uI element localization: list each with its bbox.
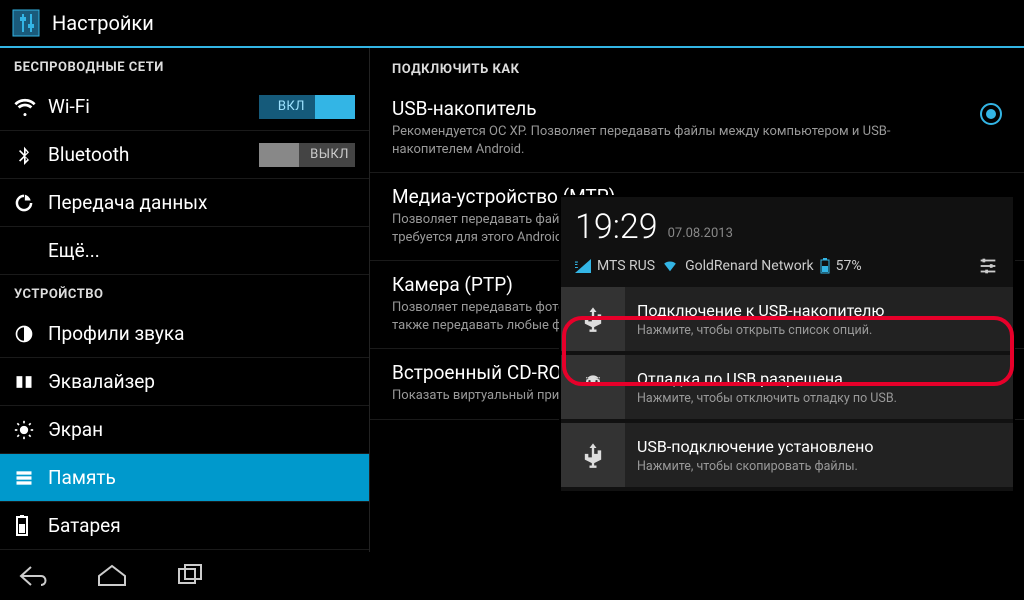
shade-status-row: E MTS RUS GoldRenard Network 57% xyxy=(561,255,1013,287)
nav-item-equalizer[interactable]: Эквалайзер xyxy=(0,358,369,406)
nav-category-device: УСТРОЙСТВО xyxy=(0,275,369,310)
bluetooth-toggle[interactable]: ВЫКЛ xyxy=(259,143,355,167)
action-bar-title: Настройки xyxy=(52,11,154,35)
svg-text:E: E xyxy=(575,261,578,271)
nav-item-data-usage[interactable]: Передача данных xyxy=(0,179,369,227)
audio-icon xyxy=(14,324,48,344)
carrier-label: MTS RUS xyxy=(597,258,655,274)
nav-label: Память xyxy=(48,466,116,489)
nav-label: Эквалайзер xyxy=(48,370,155,393)
notification-usb-storage[interactable]: Подключение к USB-накопителю Нажмите, чт… xyxy=(561,287,1013,351)
radio-button[interactable] xyxy=(980,103,1002,125)
nav-item-display[interactable]: Экран xyxy=(0,406,369,454)
wifi-icon xyxy=(661,259,679,273)
nav-item-wifi[interactable]: Wi‑Fi ВКЛ xyxy=(0,83,369,131)
battery-icon xyxy=(14,515,48,537)
notification-usb-debugging[interactable]: Отладка по USB разрешена Нажмите, чтобы … xyxy=(561,355,1013,419)
notification-desc: Нажмите, чтобы открыть список опций. xyxy=(637,323,884,338)
nav-item-bluetooth[interactable]: Bluetooth ВЫКЛ xyxy=(0,131,369,179)
wifi-network-label: GoldRenard Network xyxy=(685,258,814,274)
nav-item-storage[interactable]: Память xyxy=(0,454,369,502)
notification-desc: Нажмите, чтобы отключить отладку по USB. xyxy=(637,391,897,406)
option-title: USB-накопитель xyxy=(392,97,972,120)
nav-item-more[interactable]: Ещё... xyxy=(0,227,369,275)
shade-clock-row: 19:29 07.08.2013 xyxy=(561,197,1013,255)
battery-pct: 57% xyxy=(836,258,862,274)
recents-button[interactable] xyxy=(166,558,214,594)
nav-category-wireless: БЕСПРОВОДНЫЕ СЕТИ xyxy=(0,48,369,83)
display-icon xyxy=(14,420,48,440)
home-button[interactable] xyxy=(88,558,136,594)
settings-nav: БЕСПРОВОДНЫЕ СЕТИ Wi‑Fi ВКЛ Bluetooth ВЫ… xyxy=(0,48,370,552)
notification-title: Подключение к USB-накопителю xyxy=(637,301,884,320)
notification-title: Отладка по USB разрешена xyxy=(637,369,897,388)
usb-icon xyxy=(561,423,625,487)
usb-icon xyxy=(561,287,625,351)
back-button[interactable] xyxy=(10,558,58,594)
nav-item-battery[interactable]: Батарея xyxy=(0,502,369,550)
notification-usb-connected[interactable]: USB-подключение установлено Нажмите, что… xyxy=(561,423,1013,487)
shade-date: 07.08.2013 xyxy=(668,226,733,241)
nav-label: Передача данных xyxy=(48,191,207,214)
shade-time: 19:29 xyxy=(575,207,658,247)
option-usb-storage[interactable]: USB-накопитель Рекомендуется ОС XP. Позв… xyxy=(370,85,1024,173)
android-icon xyxy=(561,355,625,419)
nav-label: Профили звука xyxy=(48,322,184,345)
wifi-icon xyxy=(14,96,48,118)
nav-label: Экран xyxy=(48,418,103,441)
bluetooth-icon xyxy=(14,145,48,165)
quick-settings-icon[interactable] xyxy=(977,255,999,277)
notification-shade[interactable]: 19:29 07.08.2013 E MTS RUS GoldRenard Ne… xyxy=(560,196,1014,492)
system-nav-bar xyxy=(0,552,1024,600)
settings-app-icon xyxy=(10,7,42,39)
detail-header: ПОДКЛЮЧИТЬ КАК xyxy=(370,48,1024,85)
nav-item-audio-profiles[interactable]: Профили звука xyxy=(0,310,369,358)
equalizer-icon xyxy=(14,372,48,392)
nav-label: Wi‑Fi xyxy=(48,95,90,118)
storage-icon xyxy=(14,468,48,488)
wifi-toggle[interactable]: ВКЛ xyxy=(259,95,355,119)
nav-label: Ещё... xyxy=(48,239,100,262)
data-usage-icon xyxy=(14,193,48,213)
notification-desc: Нажмите, чтобы скопировать файлы. xyxy=(637,459,873,474)
battery-icon xyxy=(820,258,830,274)
nav-label: Батарея xyxy=(48,514,121,537)
action-bar: Настройки xyxy=(0,0,1024,48)
signal-icon: E xyxy=(575,259,591,273)
option-desc: Рекомендуется ОС XP. Позволяет передават… xyxy=(392,123,952,158)
nav-label: Bluetooth xyxy=(48,143,129,166)
notification-title: USB-подключение установлено xyxy=(637,437,873,456)
